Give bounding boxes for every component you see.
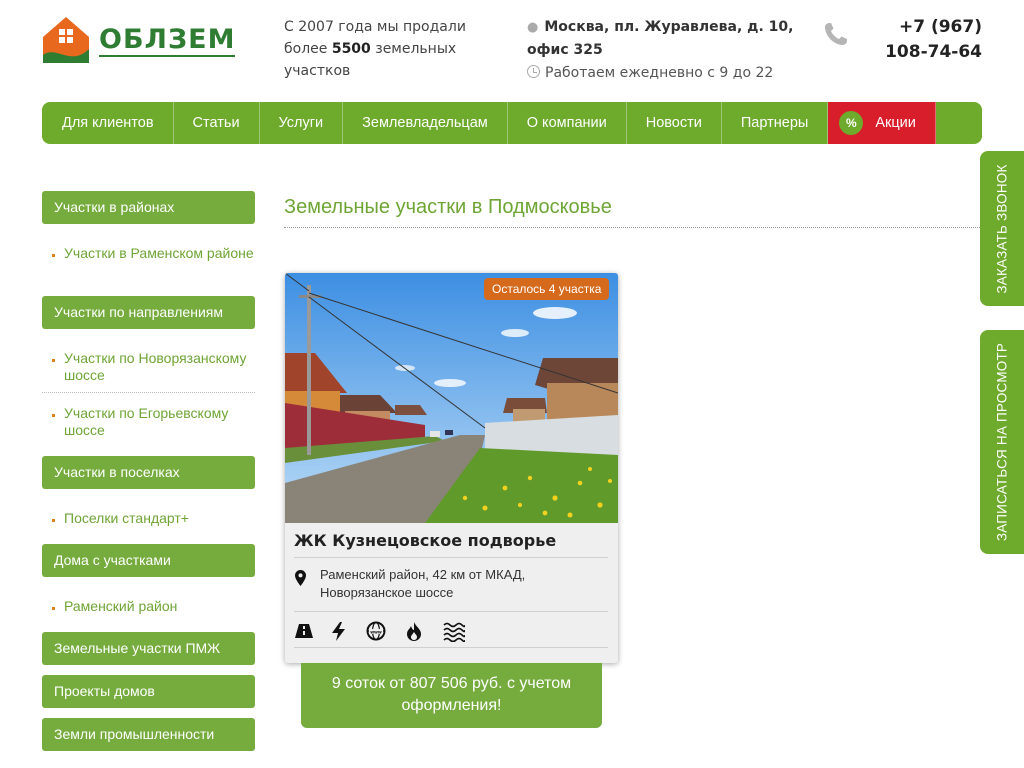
logo[interactable]: ОБЛЗЕМ	[41, 15, 251, 67]
percent-icon: %	[839, 111, 864, 135]
card-divider	[294, 611, 608, 612]
price-button[interactable]: 9 соток от 807 506 руб. с учетом оформле…	[301, 663, 602, 728]
sidebar-category-directions[interactable]: Участки по направлениям	[42, 296, 255, 329]
svg-text:www: www	[370, 629, 382, 634]
sidebar-category-industrial[interactable]: Земли промышленности	[42, 718, 255, 751]
property-address: Раменский район, 42 км от МКАД, Новоряза…	[320, 567, 526, 600]
property-photo[interactable]	[285, 273, 618, 523]
sidebar-link-novoryazanskoe[interactable]: Участки по Новорязанскому шоссе	[42, 350, 255, 393]
book-viewing-label: ЗАПИСАТЬСЯ НА ПРОСМОТР	[994, 342, 1010, 542]
sidebar-category-houses[interactable]: Дома с участками	[42, 544, 255, 577]
plots-left-badge: Осталось 4 участка	[484, 278, 610, 300]
property-title[interactable]: ЖК Кузнецовское подворье	[294, 531, 556, 550]
location-pin-icon	[295, 570, 306, 586]
working-hours: Работаем ежедневно с 9 до 22	[527, 65, 773, 81]
logo-house-icon	[43, 17, 89, 63]
nav-item-clients[interactable]: Для клиентов	[42, 102, 174, 144]
phone-number[interactable]: +7 (967) 108-74-64	[860, 15, 982, 65]
nav-item-about[interactable]: О компании	[508, 102, 627, 144]
sidebar-category-districts[interactable]: Участки в районах	[42, 191, 255, 224]
gas-icon	[407, 622, 421, 641]
order-call-label: ЗАКАЗАТЬ ЗВОНОК	[994, 163, 1010, 294]
road-icon	[295, 624, 313, 638]
clock-icon	[527, 65, 540, 78]
electricity-icon	[332, 622, 345, 641]
property-card[interactable]: Осталось 4 участка ЖК Кузнецовское подво…	[285, 273, 618, 663]
title-divider	[284, 227, 980, 228]
sidebar-category-villages[interactable]: Участки в поселках	[42, 456, 255, 489]
address-text: Москва, пл. Журавлева, д. 10, офис 325	[527, 19, 794, 58]
nav-promo-label: Акции	[875, 115, 916, 131]
hours-text: Работаем ежедневно с 9 до 22	[545, 65, 774, 81]
main-nav: Для клиентов Статьи Услуги Землевладельц…	[42, 102, 982, 144]
phone-icon	[825, 23, 847, 45]
logo-text: ОБЛЗЕМ	[99, 23, 236, 57]
internet-icon: www	[366, 621, 386, 641]
sidebar-link-egoryevskoe[interactable]: Участки по Егорьевскому шоссе	[42, 405, 255, 439]
sidebar-link-ramensky-houses[interactable]: Раменский район	[42, 598, 255, 615]
sidebar-category-pmzh[interactable]: Земельные участки ПМЖ	[42, 632, 255, 665]
book-viewing-tab[interactable]: ЗАПИСАТЬСЯ НА ПРОСМОТР	[980, 330, 1024, 554]
card-divider	[294, 647, 608, 648]
sidebar-link-standard-plus[interactable]: Поселки стандарт+	[42, 510, 255, 527]
nav-item-news[interactable]: Новости	[627, 102, 722, 144]
nav-item-landowners[interactable]: Землевладельцам	[343, 102, 508, 144]
page-title: Земельные участки в Подмосковье	[284, 196, 612, 218]
order-call-tab[interactable]: ЗАКАЗАТЬ ЗВОНОК	[980, 151, 1024, 306]
nav-item-promotions[interactable]: % Акции	[828, 102, 936, 144]
sold-count: 5500	[331, 41, 371, 57]
nav-item-partners[interactable]: Партнеры	[722, 102, 829, 144]
card-divider	[294, 557, 608, 558]
sold-info: С 2007 года мы продали более 5500 земель…	[284, 16, 484, 82]
location-pin-icon: ●	[527, 20, 539, 35]
sidebar-link-ramensky-plots[interactable]: Участки в Раменском районе	[42, 245, 255, 262]
water-icon	[443, 622, 465, 642]
address: ● Москва, пл. Журавлева, д. 10, офис 325	[527, 16, 812, 61]
sidebar-category-house-projects[interactable]: Проекты домов	[42, 675, 255, 708]
nav-item-services[interactable]: Услуги	[260, 102, 344, 144]
nav-item-articles[interactable]: Статьи	[174, 102, 260, 144]
